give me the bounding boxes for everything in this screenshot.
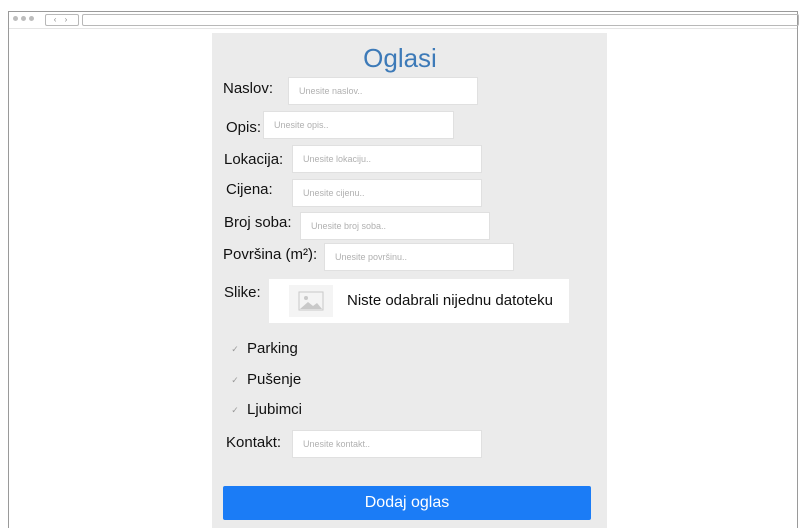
povrsina-input[interactable]: [324, 243, 514, 271]
lokacija-label: Lokacija:: [224, 151, 284, 168]
kontakt-input[interactable]: [292, 430, 482, 458]
povrsina-label: Površina (m²):: [223, 246, 318, 263]
cijena-label: Cijena:: [226, 181, 273, 198]
pusenje-label: Pušenje: [247, 371, 302, 388]
ljubimci-checkbox[interactable]: ✓: [228, 403, 242, 417]
parking-checkbox[interactable]: ✓: [228, 342, 242, 356]
cijena-input[interactable]: [292, 179, 482, 207]
image-placeholder-icon: [289, 285, 333, 317]
slike-label: Slike:: [224, 284, 261, 301]
broj-soba-label: Broj soba:: [224, 214, 292, 231]
broj-soba-input[interactable]: [300, 212, 490, 240]
window-controls: [13, 16, 34, 21]
back-forward-buttons[interactable]: ‹ ›: [45, 14, 79, 26]
kontakt-label: Kontakt:: [226, 434, 282, 451]
dodaj-oglas-button[interactable]: Dodaj oglas: [223, 486, 591, 520]
parking-label: Parking: [247, 340, 298, 357]
opis-label: Opis:: [226, 119, 262, 136]
pusenje-checkbox[interactable]: ✓: [228, 373, 242, 387]
lokacija-input[interactable]: [292, 145, 482, 173]
maximize-window-dot[interactable]: [29, 16, 34, 21]
naslov-input[interactable]: [288, 77, 478, 105]
file-status-text: Niste odabrali nijednu datoteku: [347, 292, 553, 309]
close-window-dot[interactable]: [13, 16, 18, 21]
minimize-window-dot[interactable]: [21, 16, 26, 21]
naslov-label: Naslov:: [223, 80, 274, 97]
opis-input[interactable]: [263, 111, 454, 139]
ljubimci-label: Ljubimci: [247, 401, 303, 418]
address-bar[interactable]: [82, 14, 799, 26]
image-file-picker[interactable]: Niste odabrali nijednu datoteku: [269, 279, 569, 323]
browser-toolbar: ‹ ›: [9, 12, 799, 29]
page-title: Oglasi: [363, 43, 437, 73]
